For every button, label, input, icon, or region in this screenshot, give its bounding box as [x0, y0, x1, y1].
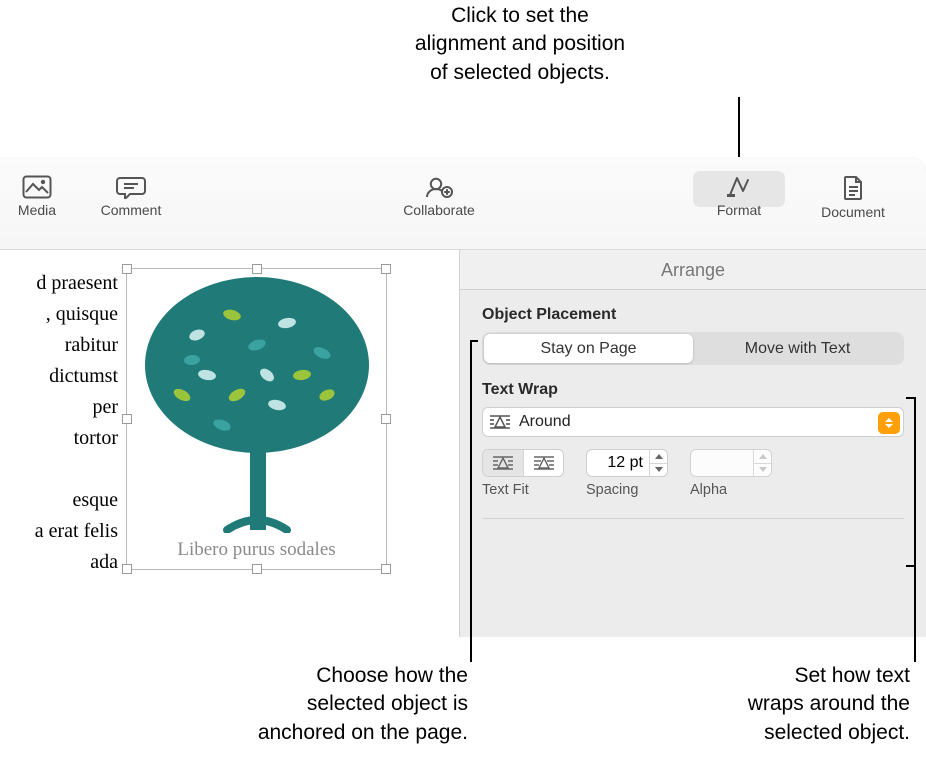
- collaborate-icon: [424, 175, 454, 199]
- callout-line-br-vert: [914, 397, 916, 662]
- text-fit-contour-button[interactable]: [523, 450, 563, 476]
- selected-object-frame[interactable]: Libero purus sodales: [126, 268, 387, 570]
- alpha-stepper[interactable]: [690, 449, 772, 477]
- toolbar-media-label: Media: [0, 202, 76, 218]
- document-canvas[interactable]: d praesent , quisque rabitur dictumst pe…: [0, 250, 459, 637]
- text-fit-rect-icon: [492, 455, 514, 471]
- spacing-stepper[interactable]: 12 pt: [586, 449, 668, 477]
- document-icon: [840, 175, 866, 201]
- inspector-panel: Arrange Object Placement Stay on Page Mo…: [459, 250, 926, 637]
- toolbar-comment-button[interactable]: Comment: [92, 175, 170, 218]
- resize-handle-e[interactable]: [381, 414, 391, 424]
- tree-image[interactable]: [137, 275, 377, 533]
- callout-line-br-tick-bot: [906, 565, 914, 567]
- toolbar-comment-label: Comment: [92, 202, 170, 218]
- object-placement-segmented[interactable]: Stay on Page Move with Text: [482, 332, 904, 365]
- resize-handle-ne[interactable]: [381, 264, 391, 274]
- text-fit-label: Text Fit: [482, 482, 529, 498]
- format-icon: [724, 175, 754, 199]
- resize-handle-sw[interactable]: [122, 564, 132, 574]
- resize-handle-nw[interactable]: [122, 264, 132, 274]
- toolbar-media-button[interactable]: Media: [0, 175, 76, 218]
- stay-on-page-option[interactable]: Stay on Page: [484, 334, 693, 363]
- alpha-step-down[interactable]: [754, 463, 771, 477]
- spacing-label: Spacing: [586, 482, 638, 498]
- wrap-around-icon: [489, 414, 511, 430]
- paragraph-1: d praesent , quisque rabitur dictumst pe…: [0, 268, 118, 454]
- toolbar-collaborate-button[interactable]: Collaborate: [389, 175, 489, 218]
- comment-icon: [116, 175, 146, 199]
- toolbar-format-button[interactable]: Format: [700, 175, 778, 218]
- toolbar-collaborate-label: Collaborate: [389, 202, 489, 218]
- callout-line-bl-vert: [470, 340, 472, 662]
- text-wrap-mode-value: Around: [519, 413, 571, 431]
- resize-handle-se[interactable]: [381, 564, 391, 574]
- wrap-settings-row: Text Fit 12 pt Spacing: [482, 449, 904, 498]
- callout-line-top: [738, 97, 740, 159]
- text-fit-group: Text Fit: [482, 449, 564, 498]
- callout-bottom-right: Set how text wraps around the selected o…: [620, 662, 910, 747]
- callout-top: Click to set the alignment and position …: [370, 2, 670, 87]
- inspector-body: Object Placement Stay on Page Move with …: [460, 290, 926, 519]
- text-fit-rect-button[interactable]: [483, 450, 523, 476]
- toolbar-document-button[interactable]: Document: [808, 175, 898, 220]
- callout-line-bl-tick: [470, 340, 478, 342]
- spacing-group: 12 pt Spacing: [586, 449, 668, 498]
- resize-handle-s[interactable]: [252, 564, 262, 574]
- resize-handle-w[interactable]: [122, 414, 132, 424]
- object-placement-heading: Object Placement: [482, 306, 904, 324]
- document-body-text: d praesent , quisque rabitur dictumst pe…: [0, 268, 118, 578]
- toolbar-document-label: Document: [808, 204, 898, 220]
- app-window: Media Comment Collaborate: [0, 157, 926, 637]
- text-fit-segmented[interactable]: [482, 449, 564, 477]
- spacing-value[interactable]: 12 pt: [587, 454, 649, 472]
- image-caption[interactable]: Libero purus sodales: [127, 539, 386, 561]
- inspector-tab-arrange[interactable]: Arrange: [460, 250, 926, 290]
- toolbar: Media Comment Collaborate: [0, 157, 926, 250]
- spacing-step-down[interactable]: [650, 463, 667, 477]
- spacing-step-up[interactable]: [650, 450, 667, 463]
- callout-bottom-left: Choose how the selected object is anchor…: [188, 662, 468, 747]
- resize-handle-n[interactable]: [252, 264, 262, 274]
- callout-line-br-tick-top: [906, 397, 914, 399]
- move-with-text-option[interactable]: Move with Text: [693, 334, 902, 363]
- alpha-step-up[interactable]: [754, 450, 771, 463]
- media-icon: [22, 175, 52, 199]
- paragraph-2: esque a erat felis ada: [0, 485, 118, 578]
- text-fit-contour-icon: [533, 455, 555, 471]
- inspector-divider: [482, 518, 904, 519]
- toolbar-format-label: Format: [700, 202, 778, 218]
- text-wrap-heading: Text Wrap: [482, 381, 904, 399]
- text-wrap-mode-dropdown[interactable]: Around: [482, 407, 904, 437]
- alpha-label: Alpha: [690, 482, 727, 498]
- alpha-group: Alpha: [690, 449, 772, 498]
- dropdown-arrow-icon[interactable]: [878, 412, 900, 434]
